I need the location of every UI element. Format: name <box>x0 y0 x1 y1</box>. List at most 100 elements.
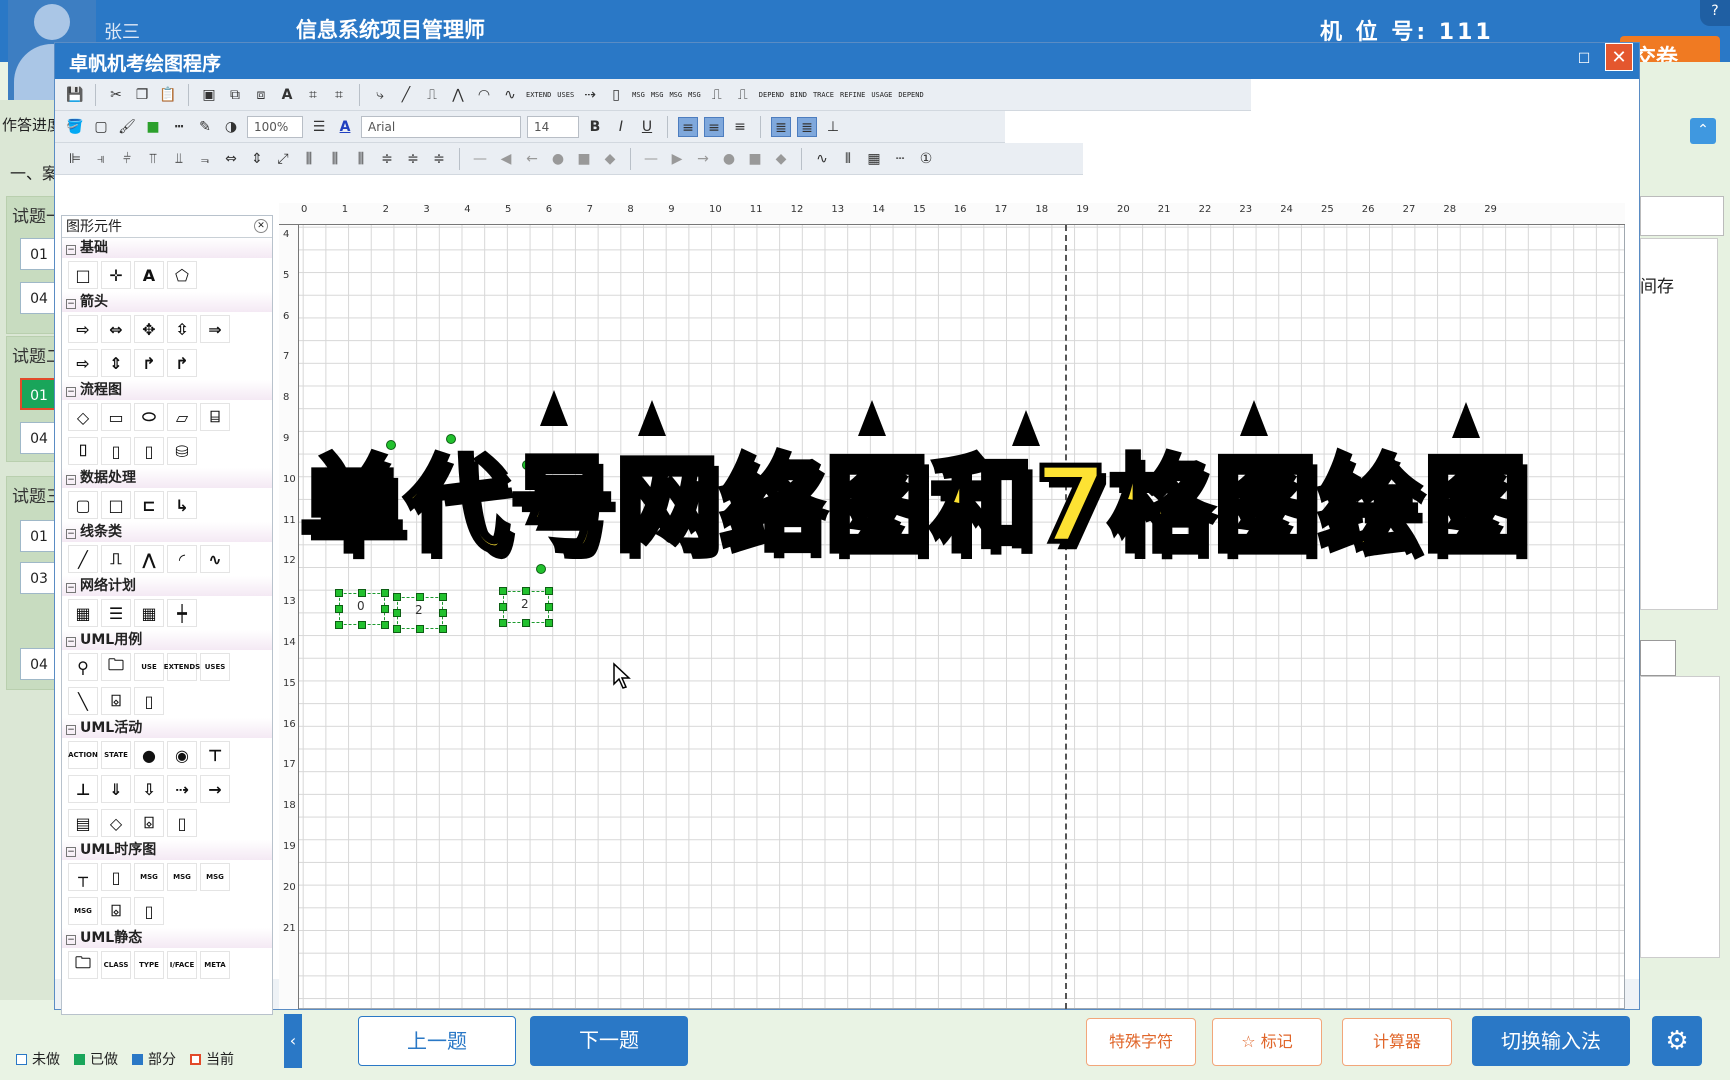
cross-icon[interactable]: ✛ <box>101 261 131 289</box>
cylinder-icon[interactable]: ⛁ <box>167 437 197 465</box>
process-icon[interactable]: ▭ <box>101 403 131 431</box>
collapse-icon[interactable]: − <box>66 583 76 593</box>
note-icon[interactable]: ▯ <box>134 687 164 715</box>
bring-front-icon[interactable]: ⧉ <box>225 85 245 105</box>
grid-rows-icon[interactable]: ☰ <box>101 599 131 627</box>
diamond2-icon[interactable]: ◇ <box>101 809 131 837</box>
page-icon[interactable]: ▯ <box>101 437 131 465</box>
resize-handle[interactable] <box>335 621 343 629</box>
align-objects-bottom-icon[interactable]: ⫫ <box>169 149 189 169</box>
arrow-open-start-icon[interactable]: ← <box>522 149 542 169</box>
connector-label[interactable]: MSG <box>669 91 682 99</box>
resize-handle[interactable] <box>335 589 343 597</box>
end-icon[interactable]: ◉ <box>167 741 197 769</box>
collapse-left-icon[interactable]: ‹ <box>284 1014 302 1068</box>
square-icon[interactable]: □ <box>101 491 131 519</box>
arrow-ud-icon[interactable]: ⇕ <box>101 349 131 377</box>
palette-category[interactable]: − 网络计划 <box>62 576 272 596</box>
valign-bottom-icon[interactable]: ⊥ <box>823 117 843 137</box>
special-char-button[interactable]: 特殊字符 <box>1086 1018 1196 1066</box>
wave-icon[interactable]: ∿ <box>200 545 230 573</box>
data-icon[interactable]: ▱ <box>167 403 197 431</box>
terminator-icon[interactable]: ⬭ <box>134 403 164 431</box>
collapse-icon[interactable]: − <box>66 299 76 309</box>
italic-icon[interactable]: I <box>611 117 631 137</box>
elbow-connector-icon[interactable]: ⤷ <box>370 85 390 105</box>
maximize-icon[interactable]: ☐ <box>1575 51 1593 69</box>
help-button[interactable]: ? <box>1700 0 1730 26</box>
palette-category[interactable]: − 基础 <box>62 238 272 258</box>
connector-label[interactable]: TRACE <box>813 91 834 99</box>
fill-bucket-icon[interactable]: 🪣 <box>65 117 85 137</box>
align-left-icon[interactable]: ≡ <box>678 116 698 137</box>
connector-label[interactable]: MSG <box>632 91 645 99</box>
gear-icon[interactable]: ⚙ <box>1652 1016 1702 1066</box>
connector-label[interactable]: DEPEND <box>898 91 923 99</box>
assoc-line-icon[interactable]: ╲ <box>68 687 98 715</box>
resize-handle[interactable] <box>381 621 389 629</box>
type-icon[interactable]: TYPE <box>134 951 164 979</box>
calculator-button[interactable]: 计算器 <box>1342 1018 1452 1066</box>
align-objects-top-icon[interactable]: ⫪ <box>143 149 163 169</box>
fill-color-icon[interactable]: ■ <box>143 117 163 137</box>
answer-input-area[interactable] <box>1640 676 1720 958</box>
underline-icon[interactable]: U <box>637 117 657 137</box>
resize-handle[interactable] <box>393 625 401 633</box>
rect-icon[interactable]: □ <box>68 261 98 289</box>
line-weight-icon[interactable]: ☰ <box>309 117 329 137</box>
resize-handle[interactable] <box>439 625 447 633</box>
question-number[interactable]: 01 <box>20 520 58 552</box>
question-number[interactable]: 04 <box>20 422 58 454</box>
number-circle-icon[interactable]: ① <box>916 149 936 169</box>
flow-dashed-icon[interactable]: ⇢ <box>167 775 197 803</box>
border-icon[interactable]: ▢ <box>91 117 111 137</box>
start-icon[interactable]: ● <box>134 741 164 769</box>
zigzag-tool-icon[interactable]: ⋀ <box>448 85 468 105</box>
table-icon[interactable]: ▦ <box>134 599 164 627</box>
collapse-icon[interactable]: ⌃ <box>1690 118 1716 144</box>
question-number-current[interactable]: 01 <box>20 378 58 410</box>
curve-tool-icon[interactable]: ∿ <box>500 85 520 105</box>
palette-category[interactable]: − UML用例 <box>62 630 272 650</box>
open-rect-icon[interactable]: ⊏ <box>134 491 164 519</box>
document-icon[interactable]: ⌸ <box>200 403 230 431</box>
msg-self-icon[interactable]: MSG <box>68 897 98 925</box>
collapse-icon[interactable]: − <box>66 847 76 857</box>
arrow-end-icon[interactable]: ▶ <box>667 149 687 169</box>
card-icon[interactable]: ⌷ <box>68 437 98 465</box>
connector-label[interactable]: REFINE <box>840 91 865 99</box>
round-rect-icon[interactable]: ▢ <box>68 491 98 519</box>
action-icon[interactable]: ACTION <box>68 741 98 769</box>
square-start-icon[interactable]: ■ <box>574 149 594 169</box>
hspace-decrease-icon[interactable]: ⫼ <box>351 149 371 169</box>
question-number[interactable]: 03 <box>20 562 58 594</box>
question-number[interactable]: 01 <box>20 238 58 270</box>
valign-top-icon[interactable]: ≣ <box>771 116 791 137</box>
collapse-icon[interactable]: − <box>66 387 76 397</box>
flow-icon[interactable]: → <box>200 775 230 803</box>
collapse-icon[interactable]: − <box>66 529 76 539</box>
resize-handle[interactable] <box>358 589 366 597</box>
connector-label[interactable]: USAGE <box>871 91 892 99</box>
align-objects-middle-icon[interactable]: ⫬ <box>195 149 215 169</box>
dashes-icon[interactable]: ┄ <box>890 149 910 169</box>
arrow-open-end-icon[interactable]: → <box>693 149 713 169</box>
arrow-4way-icon[interactable]: ✥ <box>134 315 164 343</box>
diamond-end-icon[interactable]: ◆ <box>771 149 791 169</box>
bent-arrow-icon[interactable]: ↱ <box>134 349 164 377</box>
line-none-icon[interactable]: — <box>470 149 490 169</box>
prev-question-button[interactable]: 上一题 <box>358 1016 516 1066</box>
switch-ime-button[interactable]: 切换输入法 <box>1472 1016 1630 1066</box>
close-icon[interactable]: ✕ <box>1605 43 1633 71</box>
msg-return-icon[interactable]: MSG <box>200 863 230 891</box>
msg-icon[interactable]: MSG <box>134 863 164 891</box>
same-height-icon[interactable]: ⇕ <box>247 149 267 169</box>
connector-label[interactable]: EXTEND <box>526 91 551 99</box>
ungroup-icon[interactable]: ⌗ <box>329 85 349 105</box>
brush-icon[interactable]: 🖌 <box>117 117 137 137</box>
align-right-icon[interactable]: ≡ <box>730 117 750 137</box>
resize-handle[interactable] <box>381 589 389 597</box>
resize-handle[interactable] <box>522 587 530 595</box>
step-line-icon[interactable]: ⎍ <box>733 85 753 105</box>
vspace-decrease-icon[interactable]: ≑ <box>429 149 449 169</box>
